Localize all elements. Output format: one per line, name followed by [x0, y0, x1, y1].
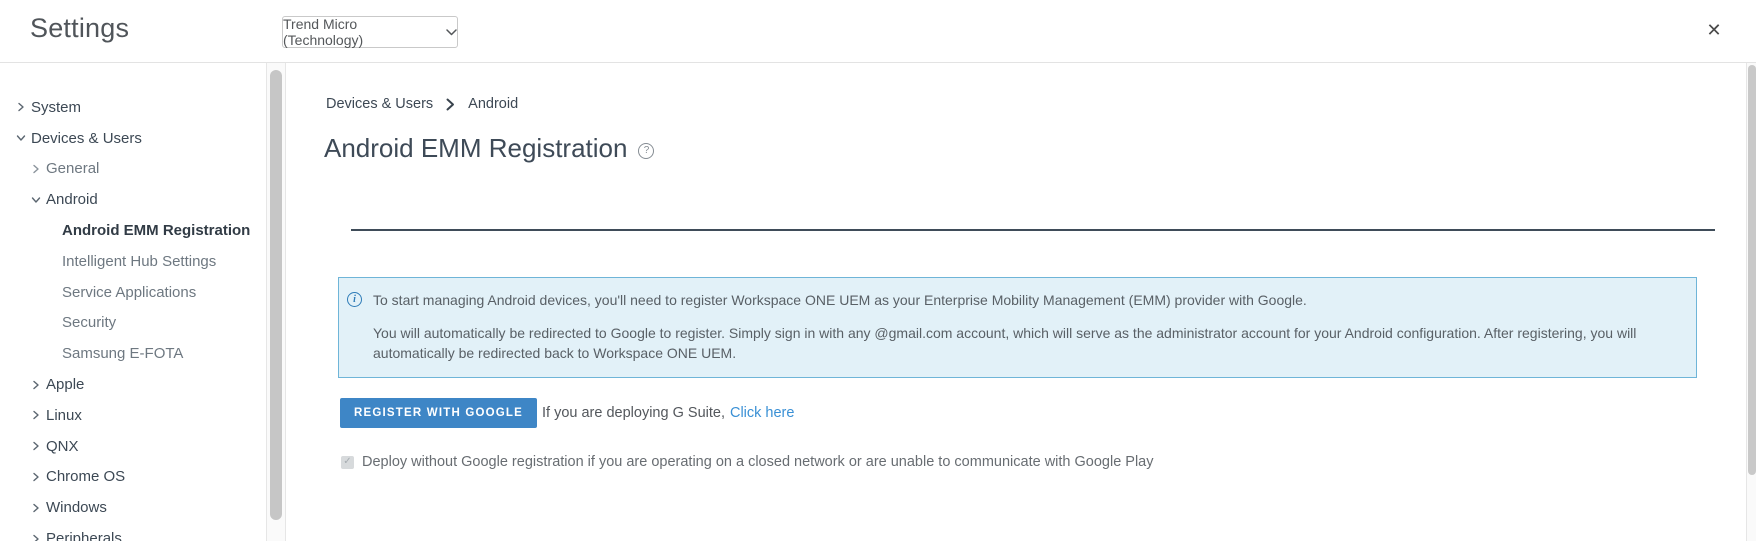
sidebar-item-label: Devices & Users — [31, 130, 142, 147]
sidebar-item-samsung-e-fota[interactable]: Samsung E-FOTA — [0, 338, 266, 369]
sidebar-item-label: Android — [46, 191, 98, 208]
sidebar-item-intelligent-hub-settings[interactable]: Intelligent Hub Settings — [0, 246, 266, 277]
breadcrumb-devices-users[interactable]: Devices & Users — [326, 96, 433, 112]
organization-group-label: Trend Micro (Technology) — [283, 16, 438, 48]
sidebar-item-label: Windows — [46, 499, 107, 516]
deploy-checkbox-label: Deploy without Google registration if yo… — [362, 454, 1154, 470]
info-icon: i — [347, 292, 362, 307]
sidebar-item-label: Android EMM Registration — [62, 222, 250, 239]
sidebar-item-windows[interactable]: Windows — [0, 492, 266, 523]
close-icon: ✕ — [1706, 20, 1721, 41]
sidebar-item-qnx[interactable]: QNX — [0, 431, 266, 462]
sidebar-item-system[interactable]: System — [0, 92, 266, 123]
breadcrumb: Devices & Users Android — [326, 96, 518, 112]
sidebar-scrollbar[interactable] — [266, 63, 286, 541]
settings-header: Settings Trend Micro (Technology) ✕ — [0, 0, 1756, 63]
deploy-checkbox[interactable]: ✓ — [341, 456, 354, 469]
chevron-right-icon — [16, 102, 26, 112]
sidebar-item-android[interactable]: Android — [0, 184, 266, 215]
sidebar-item-label: Samsung E-FOTA — [62, 345, 183, 362]
sidebar-item-security[interactable]: Security — [0, 308, 266, 339]
chevron-down-icon — [31, 195, 41, 205]
sidebar-item-service-applications[interactable]: Service Applications — [0, 277, 266, 308]
help-icon[interactable]: ? — [638, 143, 654, 159]
info-paragraph-1: To start managing Android devices, you'l… — [373, 290, 1676, 310]
main-scrollbar[interactable] — [1746, 63, 1756, 541]
sidebar-item-label: QNX — [46, 438, 79, 455]
sidebar-item-peripherals[interactable]: Peripherals — [0, 523, 266, 541]
register-with-google-button[interactable]: REGISTER WITH GOOGLE — [340, 398, 537, 428]
section-divider — [351, 229, 1715, 231]
chevron-down-icon — [16, 133, 26, 143]
info-box: i To start managing Android devices, you… — [338, 277, 1697, 378]
close-button[interactable]: ✕ — [1700, 16, 1728, 44]
main-scrollbar-thumb[interactable] — [1748, 65, 1756, 475]
sidebar-item-general[interactable]: General — [0, 154, 266, 185]
chevron-right-icon — [31, 534, 41, 541]
chevron-right-icon — [31, 441, 41, 451]
sidebar-item-label: Chrome OS — [46, 468, 125, 485]
chevron-right-icon — [31, 503, 41, 513]
sidebar-item-android-emm-registration[interactable]: Android EMM Registration — [0, 215, 266, 246]
chevron-right-icon — [31, 472, 41, 482]
page-title: Android EMM Registration — [324, 133, 627, 164]
gsuite-click-here-link[interactable]: Click here — [730, 405, 794, 421]
chevron-right-icon — [31, 410, 41, 420]
gsuite-note-text: If you are deploying G Suite, — [542, 405, 725, 421]
main-content: Devices & Users Android Android EMM Regi… — [286, 63, 1746, 541]
organization-group-dropdown[interactable]: Trend Micro (Technology) — [282, 16, 458, 48]
sidebar-item-label: Intelligent Hub Settings — [62, 253, 216, 270]
chevron-right-icon — [446, 98, 455, 111]
page-title-settings: Settings — [30, 13, 129, 44]
sidebar-item-label: Security — [62, 314, 116, 331]
sidebar-item-label: Service Applications — [62, 284, 196, 301]
sidebar-scrollbar-thumb[interactable] — [270, 70, 282, 520]
sidebar-item-devices-users[interactable]: Devices & Users — [0, 123, 266, 154]
gsuite-note: If you are deploying G Suite, Click here — [542, 398, 794, 428]
sidebar-item-label: Peripherals — [46, 530, 122, 541]
page-title-row: Android EMM Registration ? — [324, 133, 654, 164]
sidebar-nav: System Devices & Users General Android Andro… — [0, 63, 266, 541]
sidebar-item-chrome-os[interactable]: Chrome OS — [0, 462, 266, 493]
sidebar-item-label: System — [31, 99, 81, 116]
sidebar-item-label: Linux — [46, 407, 82, 424]
sidebar-item-label: General — [46, 160, 99, 177]
chevron-right-icon — [31, 380, 41, 390]
breadcrumb-android[interactable]: Android — [468, 96, 518, 112]
deploy-checkbox-row: ✓ Deploy without Google registration if … — [341, 454, 1154, 470]
sidebar-item-apple[interactable]: Apple — [0, 369, 266, 400]
sidebar-item-linux[interactable]: Linux — [0, 400, 266, 431]
sidebar-item-label: Apple — [46, 376, 84, 393]
chevron-down-icon — [446, 29, 457, 36]
chevron-right-icon — [31, 164, 41, 174]
check-icon: ✓ — [343, 457, 351, 467]
info-paragraph-2: You will automatically be redirected to … — [373, 323, 1676, 363]
